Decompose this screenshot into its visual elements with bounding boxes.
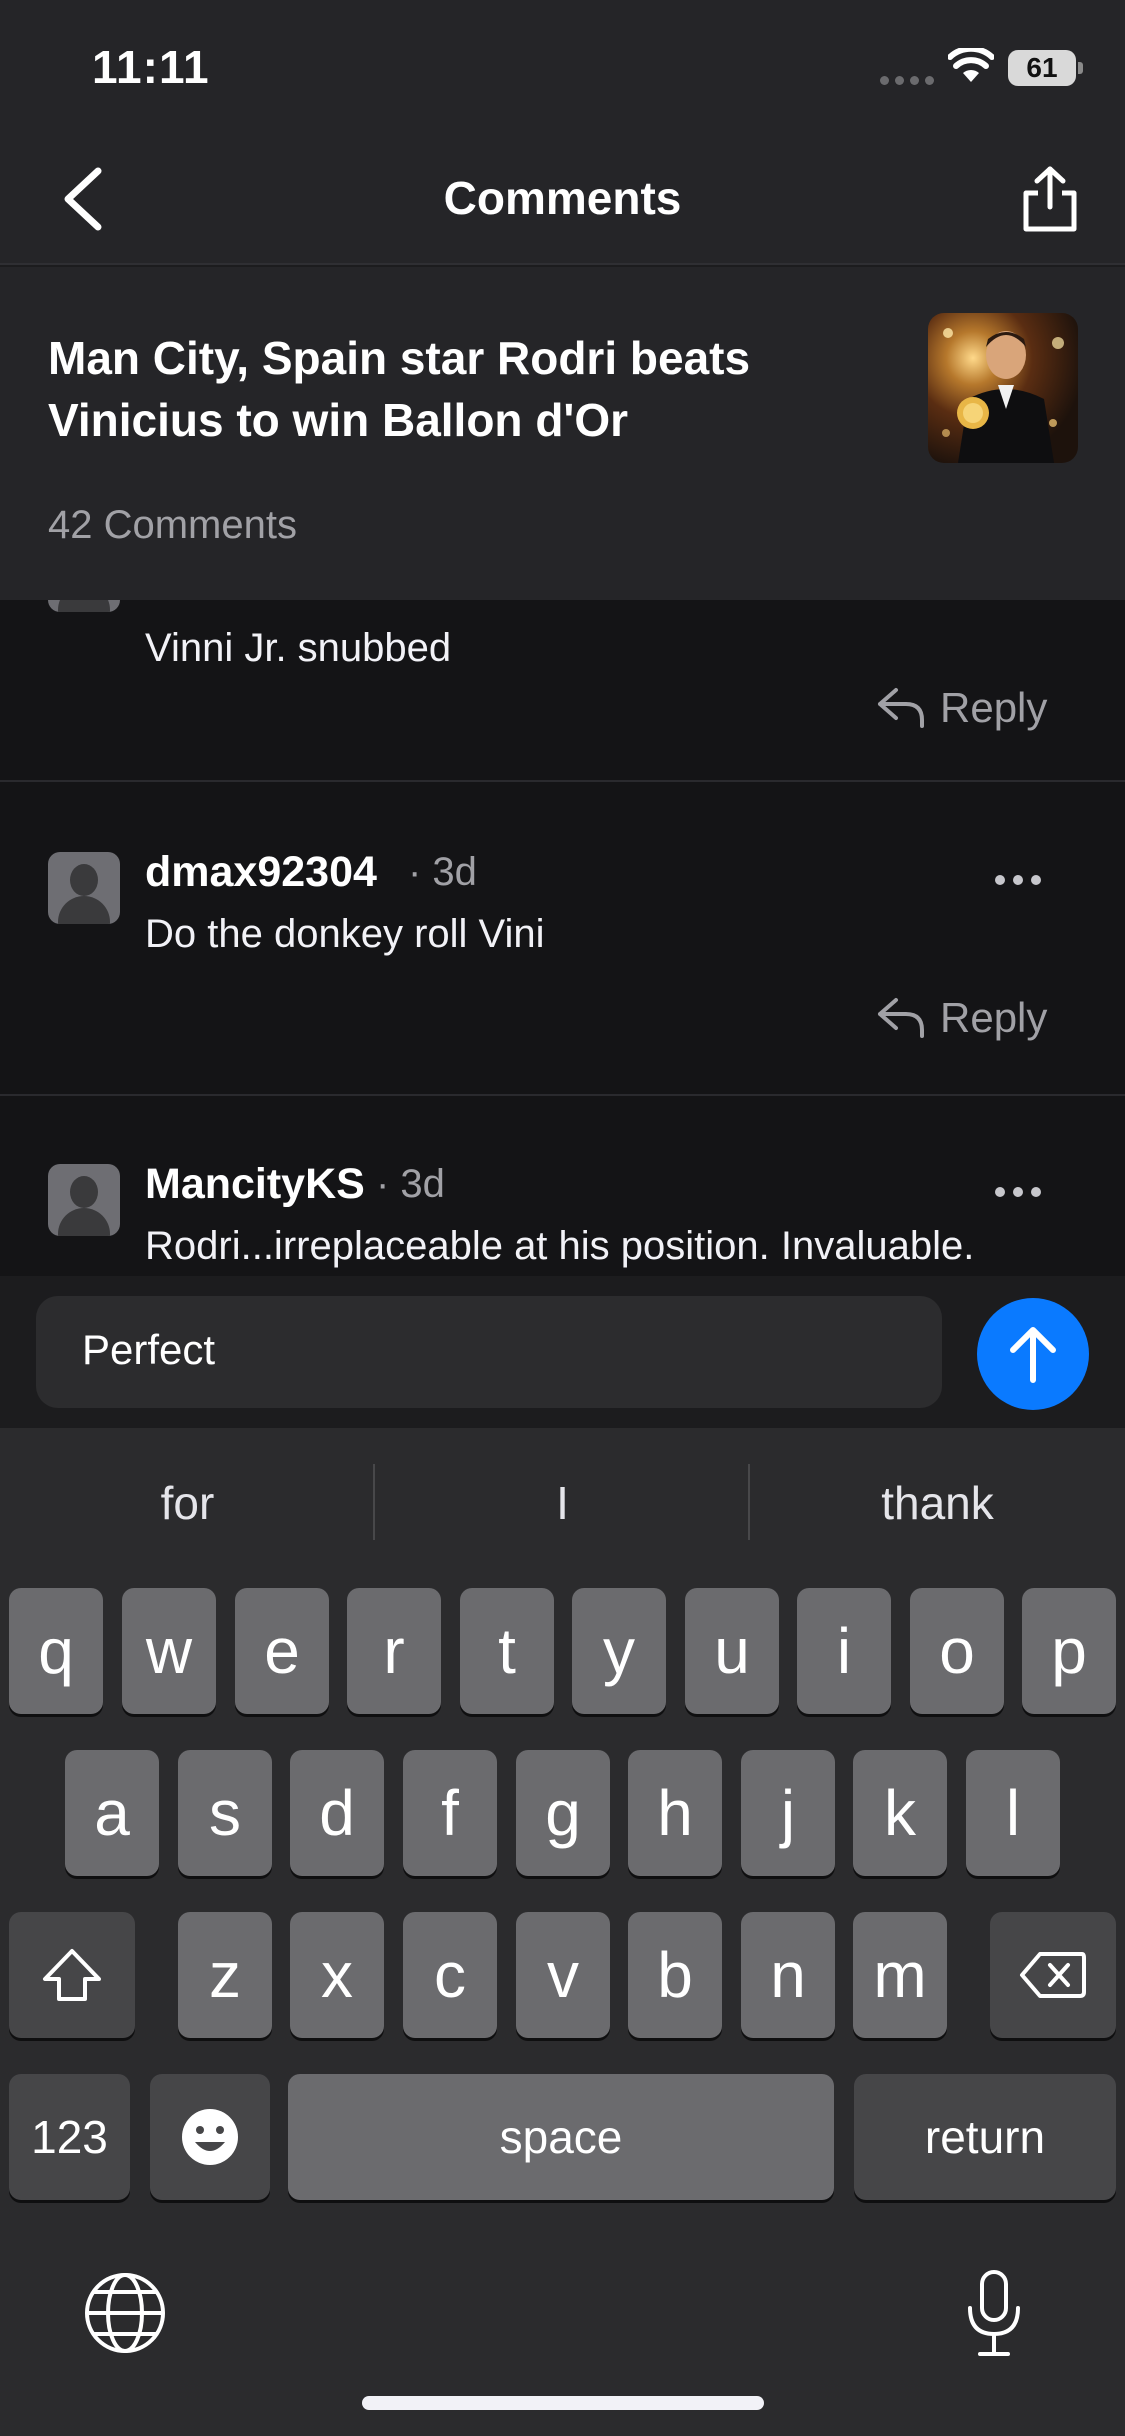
comment-count: 42 Comments xyxy=(48,503,297,547)
key-c[interactable]: c xyxy=(403,1912,497,2038)
shift-icon xyxy=(43,1949,101,2001)
comment-age: · 3d xyxy=(408,850,477,894)
comment-username[interactable]: MancityKS xyxy=(145,1160,365,1209)
reply-label: Reply xyxy=(940,684,1048,731)
key-k[interactable]: k xyxy=(853,1750,947,1876)
key-q[interactable]: q xyxy=(9,1588,103,1714)
key-d[interactable]: d xyxy=(290,1750,384,1876)
backspace-icon xyxy=(1020,1952,1086,1998)
article-thumbnail[interactable] xyxy=(928,313,1078,463)
player-photo-icon xyxy=(942,328,1064,463)
key-j[interactable]: j xyxy=(741,1750,835,1876)
battery-icon: 61 xyxy=(1008,50,1076,86)
comment-input[interactable]: Perfect xyxy=(36,1296,942,1408)
suggestion-item[interactable]: for xyxy=(0,1476,375,1530)
key-p[interactable]: p xyxy=(1022,1588,1116,1714)
reply-icon xyxy=(878,688,924,728)
key-g[interactable]: g xyxy=(516,1750,610,1876)
avatar[interactable] xyxy=(48,600,120,612)
comment-item: MancityKS · 3d Rodri...irreplaceable at … xyxy=(0,1098,1125,1276)
send-button[interactable] xyxy=(977,1298,1089,1410)
delete-key[interactable] xyxy=(990,1912,1116,2038)
emoji-icon xyxy=(182,2109,238,2165)
comment-item: dmax92304 · 3d Do the donkey roll Vini R… xyxy=(0,784,1125,1096)
cellular-signal-icon xyxy=(880,76,934,85)
comment-username[interactable]: dmax92304 xyxy=(145,848,377,897)
key-b[interactable]: b xyxy=(628,1912,722,2038)
comment-text: Do the donkey roll Vini xyxy=(145,912,545,956)
key-s[interactable]: s xyxy=(178,1750,272,1876)
microphone-icon[interactable] xyxy=(964,2268,1024,2360)
wifi-icon xyxy=(948,48,994,82)
numbers-key[interactable]: 123 xyxy=(9,2074,130,2200)
avatar[interactable] xyxy=(48,852,120,924)
suggestion-item[interactable]: I xyxy=(375,1476,750,1530)
comment-text: Rodri...irreplaceable at his position. I… xyxy=(145,1224,975,1268)
key-a[interactable]: a xyxy=(65,1750,159,1876)
key-n[interactable]: n xyxy=(741,1912,835,2038)
predictive-suggestions: for I thank xyxy=(0,1428,1125,1578)
emoji-key[interactable] xyxy=(150,2074,270,2200)
key-l[interactable]: l xyxy=(966,1750,1060,1876)
nav-bar: Comments xyxy=(0,135,1125,265)
home-indicator[interactable] xyxy=(362,2396,764,2410)
page-title: Comments xyxy=(443,172,682,224)
space-key[interactable]: space xyxy=(288,2074,834,2200)
comment-text: Vinni Jr. snubbed xyxy=(145,626,452,670)
more-options-icon[interactable] xyxy=(995,1182,1045,1202)
status-time: 11:11 xyxy=(92,41,210,93)
key-x[interactable]: x xyxy=(290,1912,384,2038)
article-title[interactable]: Man City, Spain star Rodri beats Viniciu… xyxy=(48,327,908,451)
key-r[interactable]: r xyxy=(347,1588,441,1714)
share-icon[interactable] xyxy=(1020,165,1080,235)
key-h[interactable]: h xyxy=(628,1750,722,1876)
key-u[interactable]: u xyxy=(685,1588,779,1714)
key-z[interactable]: z xyxy=(178,1912,272,2038)
reply-button[interactable]: Reply xyxy=(876,684,1047,732)
return-key[interactable]: return xyxy=(854,2074,1116,2200)
shift-key[interactable] xyxy=(9,1912,135,2038)
comment-composer: Perfect xyxy=(0,1276,1125,1428)
key-w[interactable]: w xyxy=(122,1588,216,1714)
key-y[interactable]: y xyxy=(572,1588,666,1714)
reply-icon xyxy=(878,998,924,1038)
key-i[interactable]: i xyxy=(797,1588,891,1714)
globe-icon[interactable] xyxy=(82,2270,168,2356)
arrow-up-icon xyxy=(1010,1327,1056,1383)
more-options-icon[interactable] xyxy=(995,870,1045,890)
comment-item: Vinni Jr. snubbed Reply xyxy=(0,600,1125,782)
avatar[interactable] xyxy=(48,1164,120,1236)
key-v[interactable]: v xyxy=(516,1912,610,2038)
reply-button[interactable]: Reply xyxy=(876,994,1047,1042)
reply-label: Reply xyxy=(940,994,1048,1041)
key-t[interactable]: t xyxy=(460,1588,554,1714)
key-e[interactable]: e xyxy=(235,1588,329,1714)
key-o[interactable]: o xyxy=(910,1588,1004,1714)
key-m[interactable]: m xyxy=(853,1912,947,2038)
status-bar: 11:11 61 xyxy=(0,0,1125,135)
keyboard: for I thank q w e r t y u i o p a s d f … xyxy=(0,1428,1125,2436)
suggestion-item[interactable]: thank xyxy=(750,1476,1125,1530)
comment-age: · 3d xyxy=(376,1162,445,1206)
battery-tip xyxy=(1078,62,1083,74)
comments-list[interactable]: Vinni Jr. snubbed Reply dmax92304 · 3d D… xyxy=(0,600,1125,1276)
article-header: Man City, Spain star Rodri beats Viniciu… xyxy=(0,267,1125,600)
key-f[interactable]: f xyxy=(403,1750,497,1876)
